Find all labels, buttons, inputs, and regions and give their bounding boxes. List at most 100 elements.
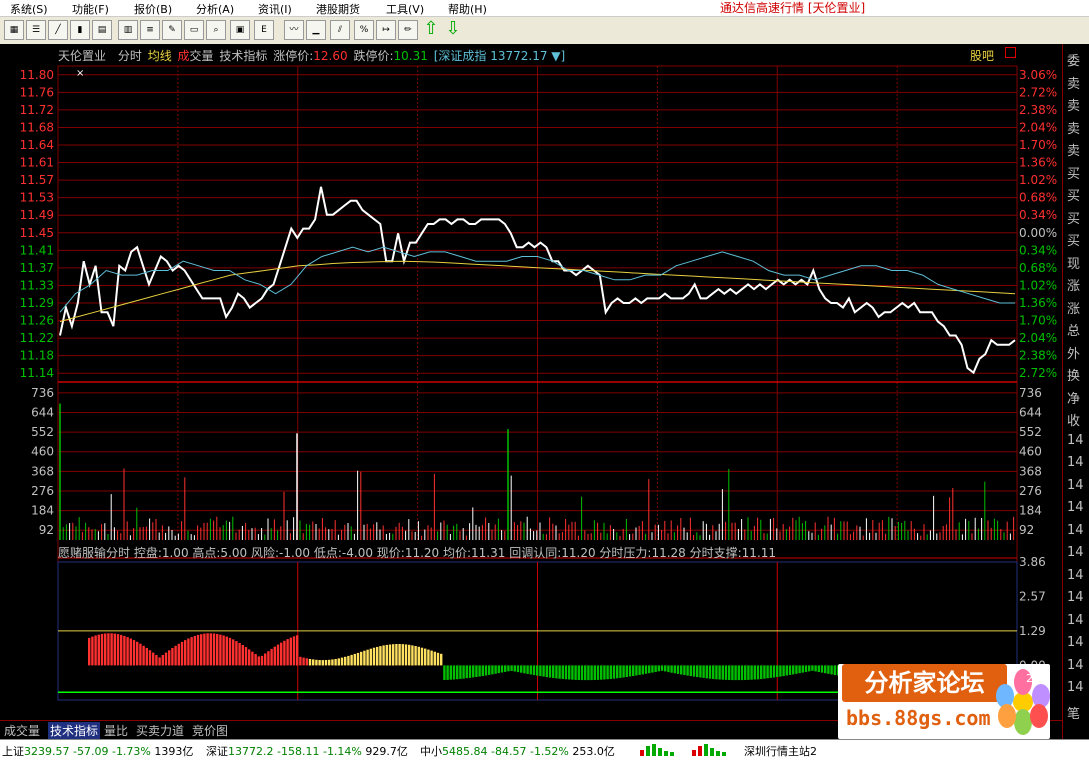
export-icon[interactable]: ↦ <box>376 20 396 40</box>
price-axis-label: 11.57 <box>20 173 54 187</box>
indicator-bar <box>705 665 708 679</box>
percent-axis-label: 0.68% <box>1019 261 1057 275</box>
volume-label-2[interactable]: 交量 <box>190 49 214 63</box>
indicator-bar <box>654 665 657 672</box>
sh-index[interactable]: 上证3239.57 -57.09 -1.73% 1393亿 <box>2 743 193 759</box>
indicator-bar <box>440 653 443 666</box>
indicator-bar <box>718 665 721 680</box>
indicator-bar <box>219 634 222 666</box>
intraday-chart[interactable]: 11.80 3.06% 11.76 2.72% 11.72 2.38% 11.68 2.04%… <box>0 44 1062 704</box>
indicator-bar <box>702 665 705 678</box>
price-axis-label: 11.14 <box>20 366 54 380</box>
pen-icon[interactable]: ✏ <box>398 20 418 40</box>
news-icon[interactable]: ≡ <box>140 20 160 40</box>
arrow-down-icon[interactable]: ⇩ <box>444 20 462 38</box>
tab-volume[interactable]: 成交量 <box>4 722 40 739</box>
search-icon[interactable]: ⌕ <box>206 20 226 40</box>
right-panel-label: 14 <box>1067 635 1084 650</box>
menu-quote[interactable]: 报价(B) <box>134 1 172 17</box>
right-panel-label: 涨 <box>1067 279 1081 294</box>
price-axis-label: 11.37 <box>20 261 54 275</box>
indicator-bar <box>264 653 267 666</box>
indicator-bar <box>321 660 324 666</box>
indicator-bar <box>728 665 731 680</box>
percent-axis-label: 1.02% <box>1019 173 1057 187</box>
menu-news[interactable]: 资讯(I) <box>258 1 292 17</box>
chart-area[interactable]: 11.80 3.06% 11.76 2.72% 11.72 2.38% 11.68 2.04%… <box>0 44 1062 704</box>
price-axis-label: 11.18 <box>20 349 54 363</box>
avg-line-label[interactable]: 均线 <box>148 49 172 63</box>
right-panel-label: 买 <box>1067 166 1081 182</box>
line-chart-icon[interactable]: ╱ <box>48 20 68 40</box>
menu-system[interactable]: 系统(S) <box>10 1 48 17</box>
index-info[interactable]: [深证成指 13772.17 ▼] <box>434 49 565 63</box>
report-icon[interactable]: ▥ <box>118 20 138 40</box>
indicator-bar <box>212 633 216 666</box>
indicator-bar <box>606 665 609 680</box>
indicator-bar <box>737 665 740 681</box>
indicator-bar <box>379 646 382 666</box>
indicator-bar <box>308 659 312 666</box>
mode-label[interactable]: 分时 <box>118 49 142 63</box>
indicator-bar <box>356 652 360 666</box>
trend-icon[interactable]: 〰 <box>284 20 304 40</box>
indicator-bar <box>324 660 328 666</box>
indicator-bar <box>187 638 190 666</box>
indicator-bar <box>552 665 555 678</box>
indicator-bar <box>152 652 155 666</box>
indicator-bar <box>657 665 660 672</box>
compare-icon[interactable]: ⫽ <box>330 20 350 40</box>
indicator-bar <box>641 665 644 675</box>
tab-tech-indicator[interactable]: 技术指标 <box>48 722 101 739</box>
menu-function[interactable]: 功能(F) <box>72 1 109 17</box>
indicator-bar <box>593 665 596 680</box>
indicator-bar <box>779 665 782 677</box>
indicator-bar <box>676 665 680 674</box>
indicator-bar <box>251 651 254 666</box>
indicator-bar <box>750 665 753 680</box>
kline-icon[interactable]: ▮ <box>70 20 90 40</box>
bars-icon[interactable]: ▁ <box>306 20 326 40</box>
indicator-bar <box>817 665 820 672</box>
window-icon[interactable]: ▭ <box>184 20 204 40</box>
sz-value: 13772.2 <box>228 745 274 758</box>
zx-change: -84.57 <box>491 745 527 758</box>
indicator-bar <box>600 665 603 680</box>
indicator-bar <box>516 665 520 673</box>
tab-auction[interactable]: 竞价图 <box>192 722 228 739</box>
list-icon[interactable]: ☰ <box>26 20 46 40</box>
indicator-bar <box>696 665 699 678</box>
menu-analysis[interactable]: 分析(A) <box>196 1 234 17</box>
db-icon[interactable]: ▣ <box>230 20 250 40</box>
indicator-bar <box>500 665 504 673</box>
notes-icon[interactable]: ✎ <box>162 20 182 40</box>
indicator-bar <box>104 633 107 666</box>
zx-index[interactable]: 中小5485.84 -84.57 -1.52% 253.0亿 <box>420 743 615 759</box>
sz-index[interactable]: 深证13772.2 -158.11 -1.14% 929.7亿 <box>206 743 408 759</box>
forum-button[interactable]: 股吧 <box>970 47 994 64</box>
server-name[interactable]: 深圳行情主站2 <box>744 743 817 759</box>
indicator-bar <box>689 665 692 677</box>
arrow-up-icon[interactable]: ⇧ <box>422 20 440 38</box>
tech-indicator-label[interactable]: 技术指标 <box>219 49 267 63</box>
grid-icon[interactable]: ▦ <box>4 20 24 40</box>
table-icon[interactable]: ▤ <box>92 20 112 40</box>
etf-icon[interactable]: E <box>254 20 274 40</box>
indicator-bar <box>273 646 276 666</box>
percent-icon[interactable]: % <box>354 20 374 40</box>
volume-label-1[interactable]: 成 <box>178 49 190 63</box>
indicator-bar <box>808 665 811 672</box>
tab-buy-sell-force[interactable]: 买卖力道 <box>136 722 184 739</box>
indicator-bar <box>638 665 641 675</box>
indicator-bar <box>571 665 574 680</box>
zx-label: 中小 <box>420 745 442 758</box>
menu-hk-futures[interactable]: 港股期货 <box>316 1 360 17</box>
menu-tools[interactable]: 工具(V) <box>386 1 424 17</box>
indicator-bar <box>193 635 196 666</box>
indicator-bar <box>798 665 801 674</box>
price-axis-label: 11.64 <box>20 138 54 152</box>
maximize-icon[interactable] <box>1005 47 1016 58</box>
percent-axis-label: 0.00% <box>1019 226 1057 240</box>
menu-help[interactable]: 帮助(H) <box>448 1 487 17</box>
tab-volume-ratio[interactable]: 量比 <box>104 722 128 739</box>
